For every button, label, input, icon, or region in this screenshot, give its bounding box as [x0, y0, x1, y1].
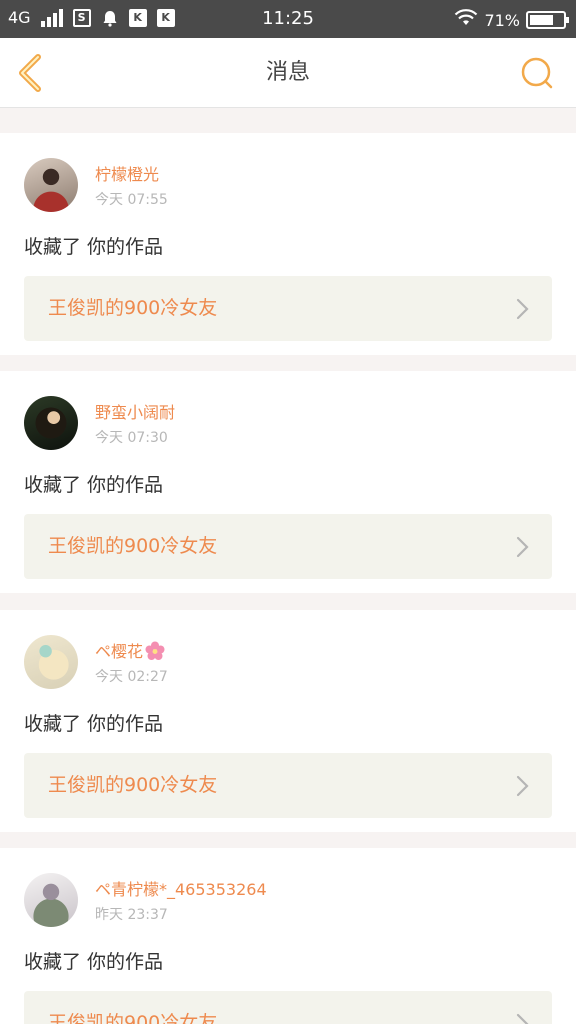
work-link[interactable]: 王俊凯的900冷女友	[24, 276, 552, 341]
status-left-group: 4G S K K	[8, 8, 175, 27]
message-time: 今天 02:27	[95, 669, 168, 685]
action-text: 收藏了 你的作品	[24, 713, 164, 735]
message-card: 柠檬橙光 今天 07:55 收藏了 你的作品 王俊凯的900冷女友	[0, 133, 576, 355]
message-card: ペ青柠檬*_465353264 昨天 23:37 收藏了 你的作品 王俊凯的90…	[0, 848, 576, 1024]
username[interactable]: 柠檬橙光	[95, 161, 159, 185]
username[interactable]: ペ青柠檬*_465353264	[95, 876, 267, 900]
message-time: 昨天 23:37	[95, 907, 168, 923]
work-title: 王俊凯的900冷女友	[48, 1012, 218, 1024]
status-bar: 4G S K K 11:25 71%	[0, 0, 576, 38]
work-link[interactable]: 王俊凯的900冷女友	[24, 991, 552, 1024]
battery-percent: 71%	[484, 10, 520, 30]
battery-icon	[526, 11, 569, 29]
action-text: 收藏了 你的作品	[24, 474, 164, 496]
sim-s-icon: S	[72, 8, 91, 27]
page-title: 消息	[265, 60, 310, 85]
chevron-right-icon	[516, 536, 529, 558]
avatar[interactable]	[24, 158, 78, 212]
battery-level-fill	[530, 15, 553, 25]
message-time: 今天 07:30	[95, 430, 168, 446]
work-title: 王俊凯的900冷女友	[48, 774, 218, 796]
avatar[interactable]	[24, 635, 78, 689]
cherry-blossom-icon	[145, 641, 165, 660]
action-text: 收藏了 你的作品	[24, 951, 164, 973]
work-link[interactable]: 王俊凯的900冷女友	[24, 753, 552, 818]
message-time: 今天 07:55	[95, 192, 168, 208]
work-title: 王俊凯的900冷女友	[48, 535, 218, 557]
network-type: 4G	[8, 8, 31, 27]
search-icon[interactable]	[520, 56, 554, 90]
work-title: 王俊凯的900冷女友	[48, 297, 218, 319]
action-text: 收藏了 你的作品	[24, 236, 164, 258]
message-list[interactable]: 柠檬橙光 今天 07:55 收藏了 你的作品 王俊凯的900冷女友 野蛮小阔耐 …	[0, 108, 576, 1024]
username[interactable]: 野蛮小阔耐	[95, 399, 175, 423]
k-icon: K	[156, 8, 175, 27]
k-icon: K	[128, 8, 147, 27]
qq-bell-icon	[101, 9, 119, 27]
chevron-right-icon	[516, 298, 529, 320]
username[interactable]: ペ樱花	[95, 638, 165, 662]
work-link[interactable]: 王俊凯的900冷女友	[24, 514, 552, 579]
avatar[interactable]	[24, 396, 78, 450]
chevron-right-icon	[516, 1013, 529, 1024]
avatar[interactable]	[24, 873, 78, 927]
nav-bar: 消息	[0, 38, 576, 108]
message-card: ペ樱花 今天 02:27 收藏了 你的作品 王俊凯的900冷女友	[0, 610, 576, 832]
chevron-right-icon	[516, 775, 529, 797]
chevron-left-icon[interactable]	[14, 53, 48, 93]
username-text: ペ樱花	[95, 642, 144, 661]
wifi-icon	[454, 9, 478, 31]
message-card: 野蛮小阔耐 今天 07:30 收藏了 你的作品 王俊凯的900冷女友	[0, 371, 576, 593]
status-right-group: 71%	[454, 9, 569, 31]
signal-icon	[40, 8, 63, 27]
